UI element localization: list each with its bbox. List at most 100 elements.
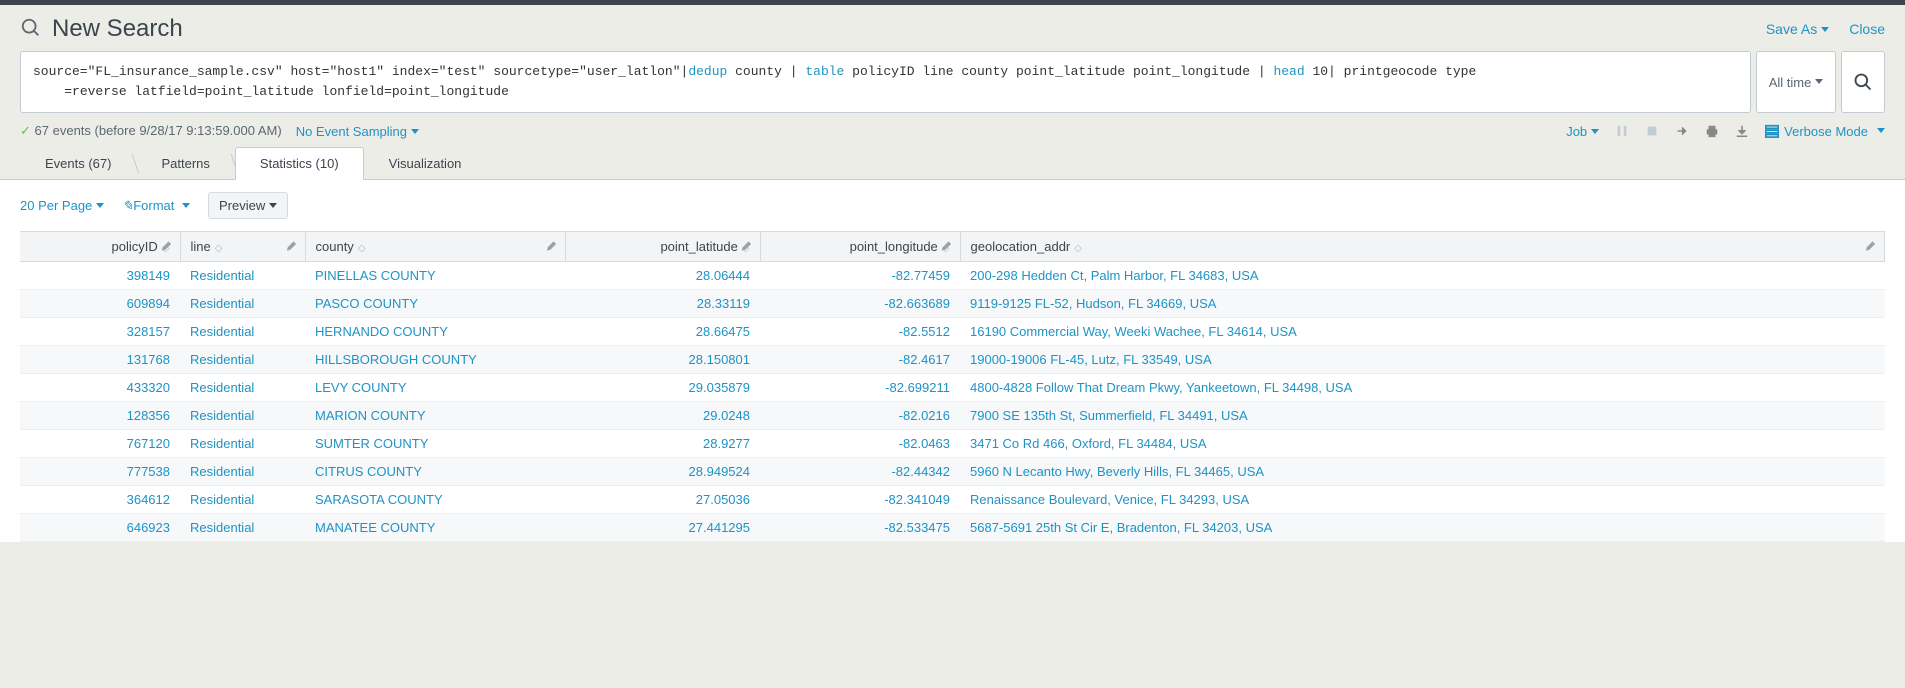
print-icon[interactable] bbox=[1705, 124, 1719, 138]
cell-lon[interactable]: -82.5512 bbox=[760, 318, 960, 346]
pencil-icon[interactable] bbox=[1865, 239, 1876, 254]
table-row[interactable]: 131768ResidentialHILLSBOROUGH COUNTY28.1… bbox=[20, 346, 1885, 374]
cell-addr[interactable]: 200-298 Hedden Ct, Palm Harbor, FL 34683… bbox=[960, 262, 1885, 290]
cell-addr[interactable]: 5960 N Lecanto Hwy, Beverly Hills, FL 34… bbox=[960, 458, 1885, 486]
col-header-lon[interactable]: point_longitude◇ bbox=[760, 232, 960, 262]
table-row[interactable]: 646923ResidentialMANATEE COUNTY27.441295… bbox=[20, 514, 1885, 542]
cell-lon[interactable]: -82.663689 bbox=[760, 290, 960, 318]
cell-lon[interactable]: -82.77459 bbox=[760, 262, 960, 290]
table-row[interactable]: 433320ResidentialLEVY COUNTY29.035879-82… bbox=[20, 374, 1885, 402]
cell-lat[interactable]: 29.0248 bbox=[565, 402, 760, 430]
cell-line[interactable]: Residential bbox=[180, 290, 305, 318]
pencil-icon[interactable] bbox=[286, 239, 297, 254]
pencil-icon[interactable] bbox=[941, 239, 952, 254]
run-search-button[interactable] bbox=[1841, 51, 1885, 113]
cell-lon[interactable]: -82.0463 bbox=[760, 430, 960, 458]
cell-policyid[interactable]: 433320 bbox=[20, 374, 180, 402]
cell-policyid[interactable]: 767120 bbox=[20, 430, 180, 458]
cell-lon[interactable]: -82.0216 bbox=[760, 402, 960, 430]
cell-addr[interactable]: 4800-4828 Follow That Dream Pkwy, Yankee… bbox=[960, 374, 1885, 402]
cell-county[interactable]: PINELLAS COUNTY bbox=[305, 262, 565, 290]
search-mode-dropdown[interactable]: Verbose Mode bbox=[1765, 124, 1885, 139]
cell-lat[interactable]: 28.66475 bbox=[565, 318, 760, 346]
cell-line[interactable]: Residential bbox=[180, 402, 305, 430]
time-range-picker[interactable]: All time bbox=[1756, 51, 1836, 113]
cell-addr[interactable]: Renaissance Boulevard, Venice, FL 34293,… bbox=[960, 486, 1885, 514]
col-header-addr[interactable]: geolocation_addr◇ bbox=[960, 232, 1885, 262]
tab-statistics[interactable]: Statistics (10) bbox=[235, 147, 364, 180]
cell-county[interactable]: PASCO COUNTY bbox=[305, 290, 565, 318]
cell-lon[interactable]: -82.4617 bbox=[760, 346, 960, 374]
cell-county[interactable]: HILLSBOROUGH COUNTY bbox=[305, 346, 565, 374]
pencil-icon[interactable] bbox=[741, 239, 752, 254]
format-dropdown[interactable]: ✎Format bbox=[122, 198, 190, 214]
cell-county[interactable]: CITRUS COUNTY bbox=[305, 458, 565, 486]
cell-policyid[interactable]: 364612 bbox=[20, 486, 180, 514]
cell-line[interactable]: Residential bbox=[180, 486, 305, 514]
cell-lat[interactable]: 28.33119 bbox=[565, 290, 760, 318]
cell-lon[interactable]: -82.341049 bbox=[760, 486, 960, 514]
cell-policyid[interactable]: 646923 bbox=[20, 514, 180, 542]
col-header-lat[interactable]: point_latitude◇ bbox=[565, 232, 760, 262]
cell-policyid[interactable]: 777538 bbox=[20, 458, 180, 486]
cell-line[interactable]: Residential bbox=[180, 430, 305, 458]
col-header-policyid[interactable]: policyID◇ bbox=[20, 232, 180, 262]
tab-events[interactable]: Events (67) bbox=[20, 147, 136, 180]
cell-policyid[interactable]: 328157 bbox=[20, 318, 180, 346]
cell-lat[interactable]: 28.949524 bbox=[565, 458, 760, 486]
cell-line[interactable]: Residential bbox=[180, 318, 305, 346]
cell-lat[interactable]: 27.441295 bbox=[565, 514, 760, 542]
cell-county[interactable]: MANATEE COUNTY bbox=[305, 514, 565, 542]
table-row[interactable]: 609894ResidentialPASCO COUNTY28.33119-82… bbox=[20, 290, 1885, 318]
cell-addr[interactable]: 3471 Co Rd 466, Oxford, FL 34484, USA bbox=[960, 430, 1885, 458]
cell-line[interactable]: Residential bbox=[180, 262, 305, 290]
cell-county[interactable]: MARION COUNTY bbox=[305, 402, 565, 430]
cell-addr[interactable]: 19000-19006 FL-45, Lutz, FL 33549, USA bbox=[960, 346, 1885, 374]
tab-patterns[interactable]: Patterns bbox=[136, 147, 234, 180]
col-header-county[interactable]: county◇ bbox=[305, 232, 565, 262]
table-row[interactable]: 777538ResidentialCITRUS COUNTY28.949524-… bbox=[20, 458, 1885, 486]
tab-visualization[interactable]: Visualization bbox=[364, 147, 487, 180]
per-page-dropdown[interactable]: 20 Per Page bbox=[20, 198, 104, 213]
cell-line[interactable]: Residential bbox=[180, 346, 305, 374]
cell-county[interactable]: LEVY COUNTY bbox=[305, 374, 565, 402]
cell-county[interactable]: SUMTER COUNTY bbox=[305, 430, 565, 458]
cell-lat[interactable]: 27.05036 bbox=[565, 486, 760, 514]
pencil-icon[interactable] bbox=[161, 239, 172, 254]
job-dropdown[interactable]: Job bbox=[1566, 124, 1599, 139]
cell-addr[interactable]: 7900 SE 135th St, Summerfield, FL 34491,… bbox=[960, 402, 1885, 430]
cell-county[interactable]: SARASOTA COUNTY bbox=[305, 486, 565, 514]
table-row[interactable]: 128356ResidentialMARION COUNTY29.0248-82… bbox=[20, 402, 1885, 430]
export-icon[interactable] bbox=[1735, 124, 1749, 138]
close-button[interactable]: Close bbox=[1849, 21, 1885, 37]
table-row[interactable]: 364612ResidentialSARASOTA COUNTY27.05036… bbox=[20, 486, 1885, 514]
cell-lat[interactable]: 28.150801 bbox=[565, 346, 760, 374]
cell-line[interactable]: Residential bbox=[180, 374, 305, 402]
event-sampling-dropdown[interactable]: No Event Sampling bbox=[296, 124, 419, 139]
save-as-button[interactable]: Save As bbox=[1766, 21, 1829, 37]
cell-lon[interactable]: -82.533475 bbox=[760, 514, 960, 542]
share-icon[interactable] bbox=[1675, 124, 1689, 138]
preview-dropdown[interactable]: Preview bbox=[208, 192, 288, 219]
cell-policyid[interactable]: 128356 bbox=[20, 402, 180, 430]
cell-addr[interactable]: 16190 Commercial Way, Weeki Wachee, FL 3… bbox=[960, 318, 1885, 346]
cell-lat[interactable]: 28.9277 bbox=[565, 430, 760, 458]
cell-lon[interactable]: -82.699211 bbox=[760, 374, 960, 402]
cell-lat[interactable]: 28.06444 bbox=[565, 262, 760, 290]
cell-policyid[interactable]: 131768 bbox=[20, 346, 180, 374]
cell-line[interactable]: Residential bbox=[180, 514, 305, 542]
cell-line[interactable]: Residential bbox=[180, 458, 305, 486]
table-row[interactable]: 767120ResidentialSUMTER COUNTY28.9277-82… bbox=[20, 430, 1885, 458]
cell-county[interactable]: HERNANDO COUNTY bbox=[305, 318, 565, 346]
col-header-line[interactable]: line◇ bbox=[180, 232, 305, 262]
table-row[interactable]: 398149ResidentialPINELLAS COUNTY28.06444… bbox=[20, 262, 1885, 290]
cell-lat[interactable]: 29.035879 bbox=[565, 374, 760, 402]
table-row[interactable]: 328157ResidentialHERNANDO COUNTY28.66475… bbox=[20, 318, 1885, 346]
pencil-icon[interactable] bbox=[546, 239, 557, 254]
cell-addr[interactable]: 5687-5691 25th St Cir E, Bradenton, FL 3… bbox=[960, 514, 1885, 542]
cell-lon[interactable]: -82.44342 bbox=[760, 458, 960, 486]
cell-policyid[interactable]: 609894 bbox=[20, 290, 180, 318]
search-input[interactable]: source="FL_insurance_sample.csv" host="h… bbox=[20, 51, 1751, 113]
cell-addr[interactable]: 9119-9125 FL-52, Hudson, FL 34669, USA bbox=[960, 290, 1885, 318]
cell-policyid[interactable]: 398149 bbox=[20, 262, 180, 290]
